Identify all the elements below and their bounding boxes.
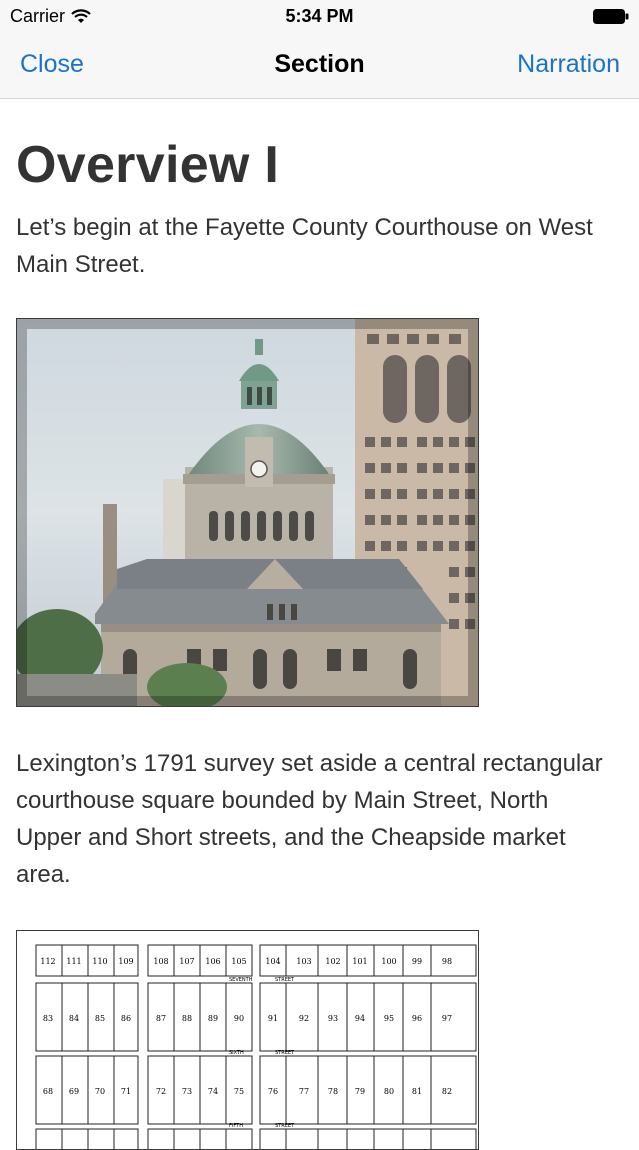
street-label: STREET bbox=[275, 1050, 295, 1056]
lot-number: 72 bbox=[156, 1087, 166, 1096]
lot-number: 84 bbox=[69, 1014, 79, 1023]
lot-number: 96 bbox=[412, 1014, 422, 1023]
lot-number: 104 bbox=[265, 957, 280, 966]
lot-number: 73 bbox=[182, 1087, 192, 1096]
lot-number: 75 bbox=[234, 1087, 244, 1096]
status-bar: Carrier 5:34 PM bbox=[0, 0, 639, 32]
navigation-bar: Close Section Narration bbox=[0, 32, 639, 99]
lot-number: 82 bbox=[442, 1087, 452, 1096]
town-plat-map: 112 111 110 109 108 107 106 105 104 103 102 101 100 9… bbox=[16, 930, 479, 1150]
lot-number: 111 bbox=[66, 957, 81, 966]
narration-button[interactable]: Narration bbox=[517, 50, 620, 79]
lot-number: 107 bbox=[179, 957, 194, 966]
plat-block bbox=[259, 1128, 477, 1149]
street-label: SEVENTH bbox=[229, 977, 253, 983]
street-label: STREET bbox=[275, 977, 295, 983]
lot-number: 103 bbox=[296, 957, 311, 966]
lot-number: 93 bbox=[328, 1014, 338, 1023]
lot-number: 91 bbox=[268, 1014, 278, 1023]
lot-number: 68 bbox=[43, 1087, 53, 1096]
lot-number: 94 bbox=[355, 1014, 365, 1023]
lot-number: 87 bbox=[156, 1014, 166, 1023]
body-paragraph: Lexington’s 1791 survey set aside a cent… bbox=[16, 750, 603, 888]
lot-number: 80 bbox=[384, 1087, 394, 1096]
lot-number: 95 bbox=[384, 1014, 394, 1023]
section-heading: Overview I bbox=[16, 136, 280, 194]
lot-number: 77 bbox=[299, 1087, 309, 1096]
lot-number: 112 bbox=[40, 957, 55, 966]
plat-block bbox=[35, 1128, 139, 1149]
lot-number: 71 bbox=[121, 1087, 131, 1096]
lot-number: 100 bbox=[381, 957, 396, 966]
street-label: SIXTH bbox=[229, 1050, 244, 1056]
lot-number: 109 bbox=[118, 957, 133, 966]
street-label: FIFTH bbox=[229, 1123, 243, 1129]
plat-drawing: 112 111 110 109 108 107 106 105 104 103 102 101 100 9… bbox=[35, 944, 477, 1149]
street-label: STREET bbox=[275, 1123, 295, 1129]
lot-number: 74 bbox=[208, 1087, 218, 1096]
lot-number: 105 bbox=[231, 957, 246, 966]
battery-icon bbox=[593, 9, 629, 24]
intro-paragraph: Let’s begin at the Fayette County Courth… bbox=[16, 214, 593, 278]
courthouse-photo bbox=[16, 318, 479, 707]
lot-number: 81 bbox=[412, 1087, 422, 1096]
lot-number: 85 bbox=[95, 1014, 105, 1023]
status-time: 5:34 PM bbox=[285, 6, 354, 26]
lot-number: 86 bbox=[121, 1014, 131, 1023]
lot-number: 79 bbox=[355, 1087, 365, 1096]
lot-number: 69 bbox=[69, 1087, 79, 1096]
lot-number: 97 bbox=[442, 1014, 452, 1023]
lot-number: 101 bbox=[352, 957, 367, 966]
lot-number: 70 bbox=[95, 1087, 105, 1096]
lot-number: 98 bbox=[442, 957, 452, 966]
lot-number: 88 bbox=[182, 1014, 192, 1023]
lot-number: 102 bbox=[325, 957, 340, 966]
lot-number: 89 bbox=[208, 1014, 218, 1023]
lot-number: 78 bbox=[328, 1087, 338, 1096]
lot-number: 92 bbox=[299, 1014, 309, 1023]
lot-number: 90 bbox=[234, 1014, 244, 1023]
lot-number: 99 bbox=[412, 957, 422, 966]
lot-number: 110 bbox=[92, 957, 107, 966]
lot-number: 83 bbox=[43, 1014, 53, 1023]
lot-number: 106 bbox=[205, 957, 220, 966]
lot-number: 76 bbox=[268, 1087, 278, 1096]
courthouse-illustration bbox=[17, 319, 478, 706]
lot-number: 108 bbox=[153, 957, 168, 966]
